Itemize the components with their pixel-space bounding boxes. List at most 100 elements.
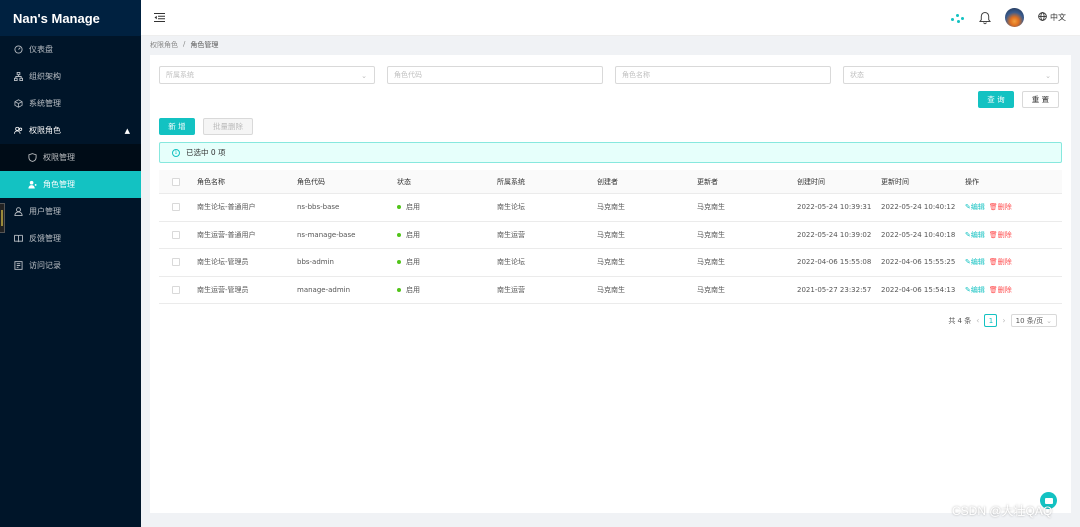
creator-cell: 马克南生 — [597, 230, 625, 239]
column-header-status[interactable]: 状态 — [397, 170, 411, 193]
loading-dots-icon[interactable] — [951, 12, 965, 24]
globe-icon — [1038, 12, 1047, 23]
sidebar-item-users[interactable]: 用户管理 — [0, 198, 141, 225]
top-header: 中文 — [141, 0, 1080, 36]
created-time-cell: 2022-05-24 10:39:31 — [797, 203, 872, 212]
column-header-name[interactable]: 角色名称 — [197, 170, 225, 193]
cube-icon — [14, 99, 23, 108]
chevron-right-icon[interactable]: › — [1002, 316, 1005, 325]
add-button[interactable]: 新 增 — [159, 118, 195, 135]
column-header-code[interactable]: 角色代码 — [297, 170, 325, 193]
updated-time-cell: 2022-05-24 10:40:18 — [881, 230, 956, 239]
created-time-cell: 2022-05-24 10:39:02 — [797, 230, 872, 239]
column-header-creator[interactable]: 创建者 — [597, 170, 618, 193]
delete-link[interactable]: 🗑删除 — [989, 202, 1012, 212]
delete-link[interactable]: 🗑删除 — [989, 257, 1012, 267]
column-header-actions: 操作 — [965, 177, 979, 186]
roles-submenu: 权限管理 角色管理 — [0, 144, 141, 198]
page-size-value: 10 条/页 — [1015, 316, 1044, 325]
status-dot-icon — [397, 232, 401, 237]
sidebar-item-permissions[interactable]: 权限管理 — [0, 144, 141, 171]
delete-link[interactable]: 🗑删除 — [989, 230, 1012, 240]
role-code-cell: ns-bbs-base — [297, 203, 340, 212]
sidebar-item-system[interactable]: 系统管理 — [0, 90, 141, 117]
sidebar-item-roles[interactable]: 权限角色 ▲ — [0, 117, 141, 144]
column-header-updater[interactable]: 更新者 — [697, 170, 718, 193]
column-header-created[interactable]: 创建时间 — [797, 170, 825, 193]
selection-alert: i 已选中 0 项 — [159, 142, 1062, 163]
header-actions: 中文 — [951, 8, 1066, 27]
select-all-checkbox[interactable] — [172, 177, 180, 186]
book-icon — [14, 234, 23, 243]
breadcrumb: 权限角色 / 角色管理 — [150, 40, 218, 50]
status-text: 启用 — [406, 230, 420, 239]
table-row: 南生运营-管理员 manage-admin 启用 南生运营 马克南生 马克南生 … — [159, 277, 1062, 304]
sidebar-drag-handle[interactable] — [0, 203, 5, 233]
reset-button[interactable]: 重 置 — [1022, 91, 1059, 108]
role-name-cell: 南生论坛-管理员 — [197, 258, 249, 267]
created-time-cell: 2022-04-06 15:55:08 — [797, 258, 872, 267]
edit-label: 编辑 — [970, 230, 985, 239]
delete-label: 删除 — [997, 258, 1012, 267]
system-cell: 南生论坛 — [497, 258, 525, 267]
row-checkbox[interactable] — [172, 203, 180, 212]
updater-cell: 马克南生 — [697, 203, 725, 212]
sidebar-item-dashboard[interactable]: 仪表盘 — [0, 36, 141, 63]
batch-delete-button[interactable]: 批量删除 — [203, 118, 253, 135]
language-switcher[interactable]: 中文 — [1038, 12, 1066, 23]
role-name-input[interactable]: 角色名称 — [615, 66, 831, 84]
roles-table: 角色名称 角色代码 状态 所属系统 创建者 更新者 创建时间 更新时间 操作 南… — [159, 170, 1062, 304]
sidebar-item-org[interactable]: 组织架构 — [0, 63, 141, 90]
selection-count-text: 已选中 0 项 — [186, 148, 226, 157]
menu-fold-icon[interactable] — [154, 12, 165, 25]
role-name-cell: 南生运营-管理员 — [197, 285, 249, 294]
breadcrumb-parent[interactable]: 权限角色 — [150, 40, 178, 50]
delete-label: 删除 — [997, 285, 1012, 294]
pagination: 共 4 条 ‹ 1 › 10 条/页 ⌄ — [948, 314, 1057, 327]
role-code-cell: manage-admin — [297, 285, 351, 294]
row-checkbox[interactable] — [172, 258, 180, 267]
status-cell: 启用 — [397, 222, 420, 249]
sidebar-item-label: 反馈管理 — [29, 234, 61, 243]
actions-cell: ✎编辑 🗑删除 — [965, 277, 1012, 304]
role-name-cell: 南生论坛-普通用户 — [197, 203, 256, 212]
system-cell: 南生运营 — [497, 230, 525, 239]
query-button[interactable]: 查 询 — [978, 91, 1014, 108]
table-row: 南生论坛-管理员 bbs-admin 启用 南生论坛 马克南生 马克南生 202… — [159, 249, 1062, 277]
row-checkbox[interactable] — [172, 285, 180, 294]
avatar[interactable] — [1005, 8, 1024, 27]
system-select[interactable]: 所属系统 ⌄ — [159, 66, 375, 84]
status-select[interactable]: 状态 ⌄ — [843, 66, 1059, 84]
role-code-placeholder: 角色代码 — [394, 71, 422, 79]
edit-link[interactable]: ✎编辑 — [965, 257, 985, 267]
bell-icon[interactable] — [979, 11, 991, 25]
column-header-system[interactable]: 所属系统 — [497, 170, 525, 193]
creator-cell: 马克南生 — [597, 285, 625, 294]
content-card: 所属系统 ⌄ 角色代码 角色名称 状态 ⌄ 查 询 重 置 新 增 批量删除 i… — [150, 55, 1071, 513]
edit-link[interactable]: ✎编辑 — [965, 230, 985, 240]
chevron-left-icon[interactable]: ‹ — [976, 316, 979, 325]
row-checkbox[interactable] — [172, 230, 180, 239]
page-size-select[interactable]: 10 条/页 ⌄ — [1010, 314, 1057, 327]
status-cell: 启用 — [397, 194, 420, 221]
role-code-cell: bbs-admin — [297, 258, 334, 267]
user-group-icon — [28, 180, 37, 189]
sidebar-item-role-management[interactable]: 角色管理 — [0, 171, 141, 198]
edit-label: 编辑 — [970, 285, 985, 294]
column-header-updated[interactable]: 更新时间 — [881, 170, 909, 193]
sidebar-item-access-log[interactable]: 访问记录 — [0, 252, 141, 279]
app-logo[interactable]: Nan's Manage — [0, 0, 141, 36]
page-1-button[interactable]: 1 — [984, 314, 998, 327]
updater-cell: 马克南生 — [697, 230, 725, 239]
delete-link[interactable]: 🗑删除 — [989, 285, 1012, 295]
edit-link[interactable]: ✎编辑 — [965, 202, 985, 212]
chevron-down-icon: ⌄ — [1046, 316, 1052, 325]
edit-link[interactable]: ✎编辑 — [965, 285, 985, 295]
actions-cell: ✎编辑 🗑删除 — [965, 249, 1012, 276]
sidebar-item-feedback[interactable]: 反馈管理 — [0, 225, 141, 252]
breadcrumb-separator: / — [183, 40, 186, 48]
sidebar-item-label: 访问记录 — [29, 261, 61, 270]
table-header-row: 角色名称 角色代码 状态 所属系统 创建者 更新者 创建时间 更新时间 操作 — [159, 170, 1062, 194]
status-text: 启用 — [406, 285, 420, 294]
role-code-input[interactable]: 角色代码 — [387, 66, 603, 84]
